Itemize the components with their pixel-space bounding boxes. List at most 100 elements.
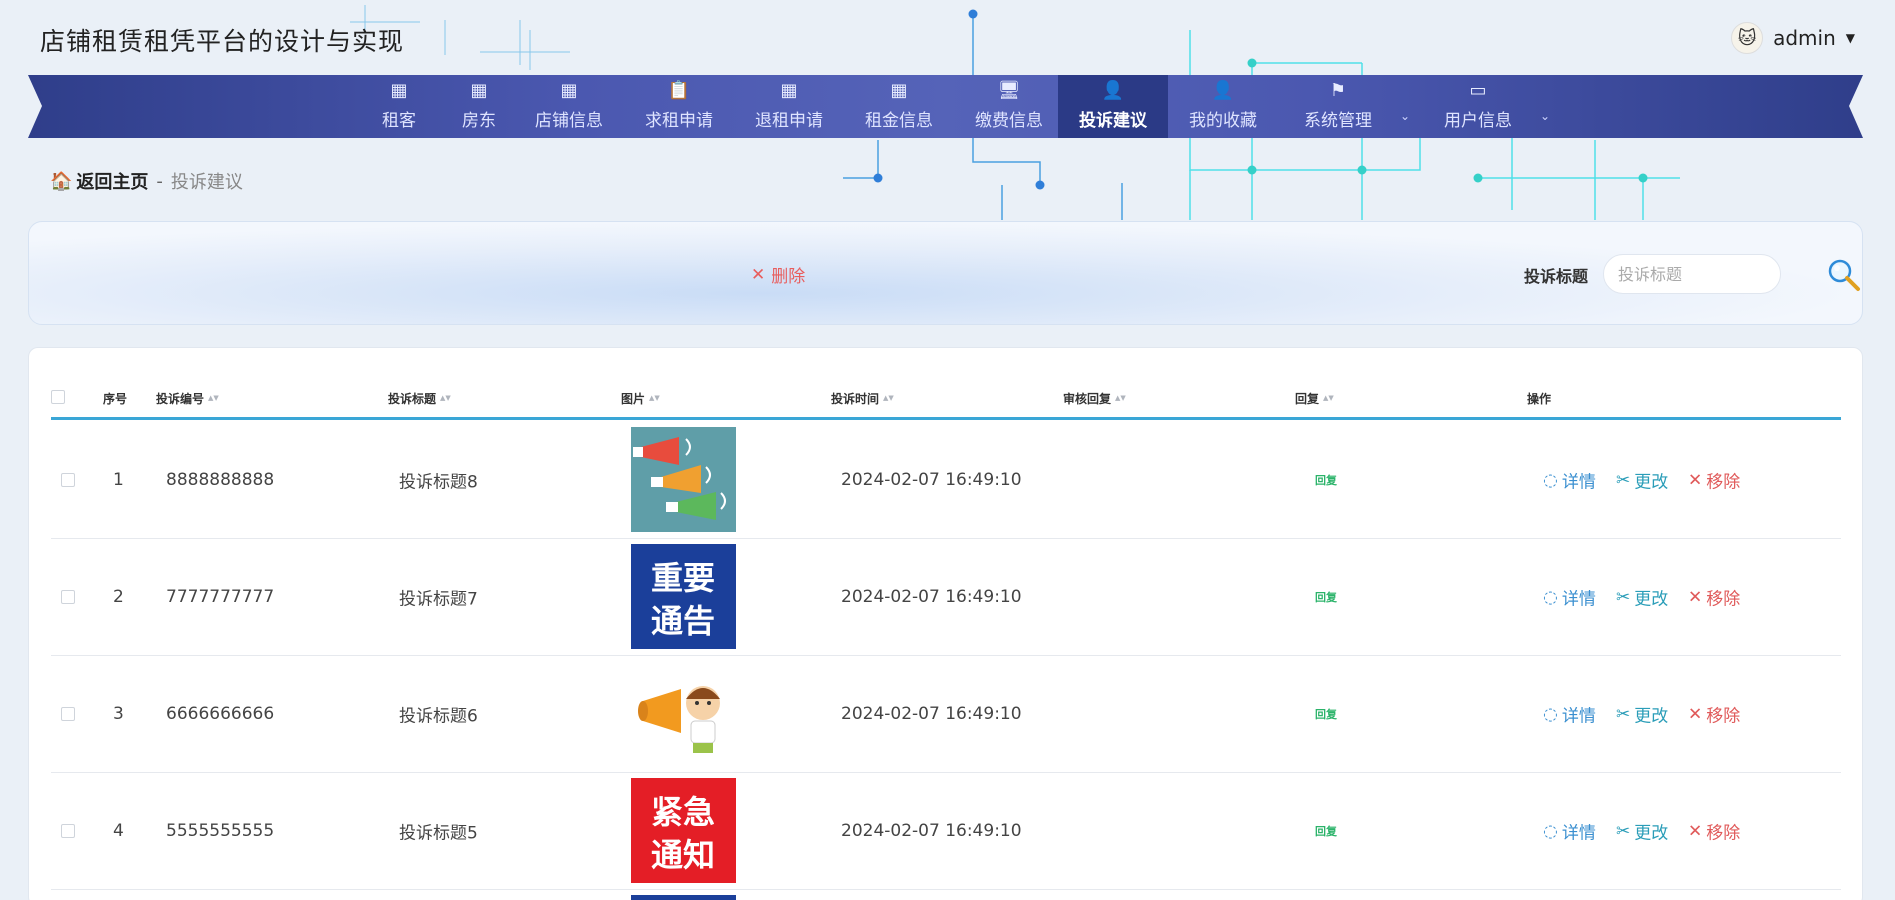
nav-item-system[interactable]: ⚑ 系统管理 ⌄ [1288, 75, 1410, 138]
nav-item-favorites[interactable]: 👤 我的收藏 [1168, 75, 1278, 138]
nav-item-complaints[interactable]: 👤 投诉建议 [1058, 75, 1168, 138]
reply-button[interactable]: 回复 [1315, 589, 1337, 605]
row-title: 投诉标题8 [399, 472, 478, 493]
search-label: 投诉标题 [1524, 267, 1589, 286]
flag-icon: ⚑ [1329, 80, 1347, 101]
breadcrumb-home-label[interactable]: 返回主页 [76, 168, 148, 194]
edit-button[interactable]: ✂ 更改 [1616, 585, 1668, 610]
nav-label: 用户信息 [1444, 111, 1512, 131]
breadcrumb: 🏠 返回主页 - 投诉建议 [50, 168, 243, 194]
nav-label: 店铺信息 [535, 111, 603, 131]
row-index: 1 [113, 470, 124, 490]
user-menu[interactable]: 🐱 admin ▼ [1731, 22, 1855, 54]
nav-label: 租客 [382, 111, 416, 131]
header: 店铺租赁租凭平台的设计与实现 🐱 admin ▼ [0, 0, 1895, 75]
row-image[interactable] [631, 895, 736, 900]
nav-item-shop-info[interactable]: ▦ 店铺信息 [514, 75, 624, 138]
row-title: 投诉标题6 [399, 706, 478, 727]
row-time: 2024-02-07 16:49:10 [841, 470, 1022, 490]
row-code: 5555555555 [166, 821, 275, 841]
breadcrumb-home[interactable]: 🏠 返回主页 [50, 168, 148, 194]
avatar[interactable]: 🐱 [1731, 22, 1764, 54]
th-index: 序号 [103, 392, 128, 406]
search-input[interactable] [1603, 254, 1781, 294]
search-panel: ✕ 删除 投诉标题 [28, 221, 1863, 325]
th-code[interactable]: 投诉编号 ▲▼ [156, 390, 219, 407]
wrench-icon: ✂ [1616, 587, 1631, 607]
edit-button[interactable]: ✂ 更改 [1616, 702, 1668, 727]
nav-label: 投诉建议 [1079, 111, 1147, 131]
username[interactable]: admin [1773, 26, 1836, 50]
edit-button[interactable]: ✂ 更改 [1616, 819, 1668, 844]
breadcrumb-separator: - [156, 170, 163, 192]
delete-button[interactable]: ✕ 删除 [751, 262, 805, 288]
row-checkbox[interactable] [61, 590, 75, 604]
th-reply[interactable]: 回复 ▲▼ [1295, 390, 1334, 407]
reply-button[interactable]: 回复 [1315, 823, 1337, 839]
nav-item-payment-info[interactable]: 🖥 缴费信息 [954, 75, 1064, 138]
nav-item-landlord[interactable]: ▦ 房东 [444, 75, 514, 138]
site-title: 店铺租赁租凭平台的设计与实现 [40, 27, 405, 56]
detail-button[interactable]: ◌ 详情 [1543, 468, 1596, 493]
complaints-table: 序号 投诉编号 ▲▼ 投诉标题 ▲▼ 图片 ▲▼ 投诉时间 ▲▼ 审核回复 ▲▼ 回复 ▲▼… [28, 347, 1863, 900]
eye-icon: ◌ [1543, 704, 1558, 724]
grid-icon: ▦ [560, 80, 578, 101]
nav-item-return-request[interactable]: ▦ 退租申请 [734, 75, 844, 138]
row-image[interactable] [631, 661, 736, 766]
chevron-down-icon: ⌄ [1399, 109, 1410, 123]
close-icon: ✕ [1688, 470, 1703, 490]
row-time: 2024-02-07 16:49:10 [841, 704, 1022, 724]
close-icon: ✕ [751, 264, 766, 285]
remove-button[interactable]: ✕ 移除 [1688, 702, 1740, 727]
sort-icon: ▲▼ [649, 394, 660, 402]
user-icon: 👤 [1211, 80, 1235, 101]
row-image[interactable]: 紧急 通知 [631, 778, 736, 883]
caret-down-icon[interactable]: ▼ [1846, 31, 1855, 45]
remove-button[interactable]: ✕ 移除 [1688, 819, 1740, 844]
wrench-icon: ✂ [1616, 470, 1631, 490]
nav-item-tenant[interactable]: ▦ 租客 [354, 75, 444, 138]
select-all-checkbox[interactable] [51, 390, 65, 404]
row-time: 2024-02-07 16:49:10 [841, 821, 1022, 841]
table-row: 3 6666666666 投诉标题6 2024-02-07 16:49:10 回… [51, 656, 1841, 773]
nav-item-rent-info[interactable]: ▦ 租金信息 [844, 75, 954, 138]
nav-label: 房东 [462, 111, 496, 131]
reply-button[interactable]: 回复 [1315, 706, 1337, 722]
detail-button[interactable]: ◌ 详情 [1543, 702, 1596, 727]
row-checkbox[interactable] [61, 824, 75, 838]
th-title[interactable]: 投诉标题 ▲▼ [388, 390, 451, 407]
grid-icon: ▦ [470, 80, 488, 101]
edit-button[interactable]: ✂ 更改 [1616, 468, 1668, 493]
remove-button[interactable]: ✕ 移除 [1688, 468, 1740, 493]
row-code: 6666666666 [166, 704, 275, 724]
monitor-icon: 🖥 [997, 80, 1021, 101]
nav-label: 系统管理 [1304, 111, 1372, 131]
row-image[interactable] [631, 427, 736, 532]
chevron-down-icon: ⌄ [1539, 109, 1550, 123]
row-checkbox[interactable] [61, 707, 75, 721]
row-index: 2 [113, 587, 124, 607]
sort-icon: ▲▼ [883, 394, 894, 402]
image-text: 重要 [651, 559, 715, 597]
th-image[interactable]: 图片 ▲▼ [621, 390, 660, 407]
remove-button[interactable]: ✕ 移除 [1688, 585, 1740, 610]
table-header: 序号 投诉编号 ▲▼ 投诉标题 ▲▼ 图片 ▲▼ 投诉时间 ▲▼ 审核回复 ▲▼ 回复 ▲▼… [51, 376, 1841, 420]
th-time[interactable]: 投诉时间 ▲▼ [831, 390, 894, 407]
user-icon: 👤 [1101, 80, 1125, 101]
row-title: 投诉标题5 [399, 823, 478, 844]
search-icon[interactable] [1824, 255, 1863, 295]
detail-button[interactable]: ◌ 详情 [1543, 585, 1596, 610]
nav-item-rent-request[interactable]: 📋 求租申请 [624, 75, 734, 138]
reply-button[interactable]: 回复 [1315, 472, 1337, 488]
th-review[interactable]: 审核回复 ▲▼ [1063, 390, 1126, 407]
detail-button[interactable]: ◌ 详情 [1543, 819, 1596, 844]
nav-label: 退租申请 [755, 111, 823, 131]
wrench-icon: ✂ [1616, 821, 1631, 841]
row-image[interactable]: 重要 通告 [631, 544, 736, 649]
close-icon: ✕ [1688, 587, 1703, 607]
eye-icon: ◌ [1543, 470, 1558, 490]
nav-item-user-info[interactable]: ▭ 用户信息 ⌄ [1428, 75, 1550, 138]
nav-label: 我的收藏 [1189, 111, 1257, 131]
row-checkbox[interactable] [61, 473, 75, 487]
nav-label: 租金信息 [865, 111, 933, 131]
